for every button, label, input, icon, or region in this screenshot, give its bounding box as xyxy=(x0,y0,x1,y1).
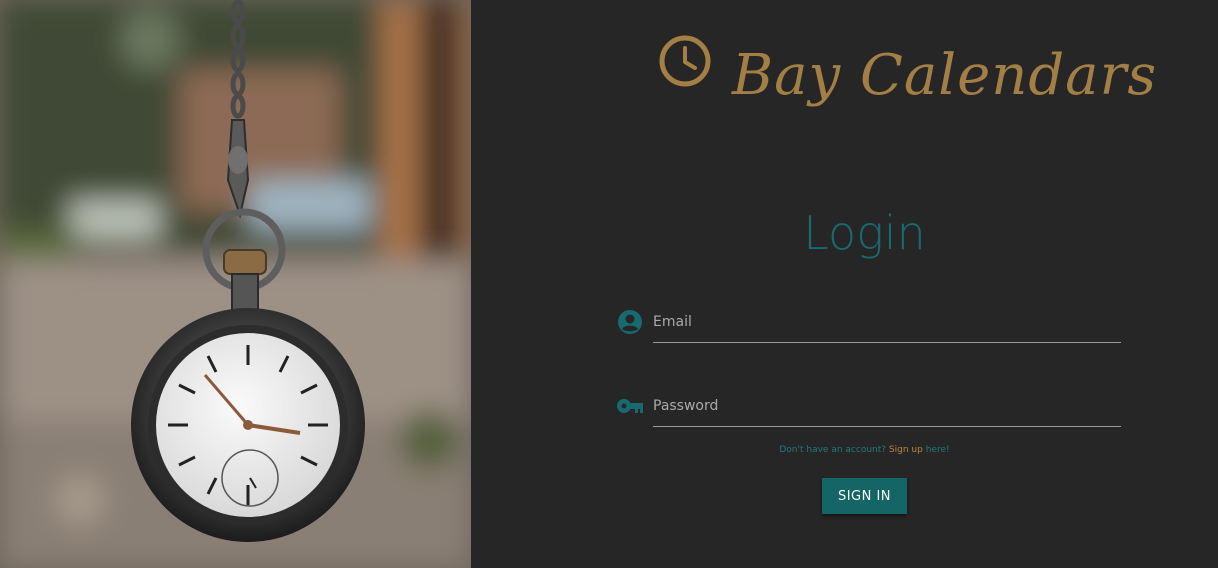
brand-name: Bay Calendars xyxy=(732,42,1158,108)
signup-prompt: Don't have an account? Sign up here! xyxy=(471,445,1218,455)
email-field xyxy=(616,302,1121,346)
email-input[interactable] xyxy=(653,302,1121,343)
account-circle-icon xyxy=(618,310,642,334)
signup-prefix: Don't have an account? xyxy=(779,445,887,455)
login-panel: Bay Calendars Login Don't have an accoun… xyxy=(471,0,1218,568)
brand-header: Bay Calendars xyxy=(658,30,1157,120)
login-page: Bay Calendars Login Don't have an accoun… xyxy=(0,0,1218,568)
clock-icon xyxy=(659,35,711,87)
key-icon xyxy=(617,399,643,413)
login-title: Login xyxy=(803,206,926,260)
password-input[interactable] xyxy=(653,386,1121,427)
sign-in-button[interactable]: SIGN IN xyxy=(822,478,907,514)
signup-suffix: here! xyxy=(925,445,950,455)
pocket-watch-image xyxy=(0,0,471,568)
signup-link[interactable]: Sign up xyxy=(889,445,923,455)
password-field xyxy=(616,386,1121,430)
